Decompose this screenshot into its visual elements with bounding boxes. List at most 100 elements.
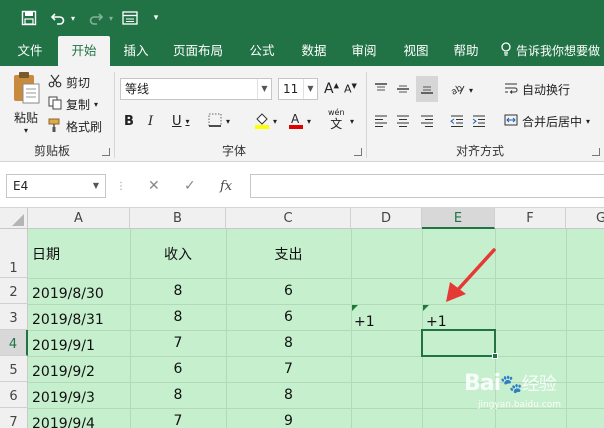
cell-c6[interactable]: 8 — [226, 387, 351, 403]
tab-file[interactable]: 文件 — [8, 36, 52, 66]
cell-c3[interactable]: 6 — [226, 309, 351, 325]
cell-a1[interactable]: 日期 — [32, 244, 60, 264]
cell-b2[interactable]: 8 — [130, 283, 226, 299]
decrease-font-size-button[interactable]: A▼ — [344, 78, 357, 100]
font-size-combo[interactable]: 11 ▼ — [278, 78, 318, 100]
align-middle-button[interactable] — [396, 80, 410, 100]
align-top-button[interactable] — [374, 80, 388, 100]
cut-button[interactable]: 剪切 — [48, 72, 90, 92]
copy-button[interactable]: 复制 ▾ — [48, 94, 98, 114]
cell-a2[interactable]: 2019/8/30 — [32, 286, 104, 302]
undo-icon[interactable] — [48, 6, 68, 30]
cell-c5[interactable]: 7 — [226, 361, 351, 377]
align-top-icon — [374, 82, 388, 99]
select-all-corner[interactable] — [0, 208, 28, 229]
increase-font-icon: A▲ — [324, 81, 339, 97]
cell-a7[interactable]: 2019/9/4 — [32, 416, 95, 428]
column-header-a[interactable]: A — [28, 208, 130, 229]
alignment-launcher-icon[interactable] — [592, 148, 600, 156]
ribbon: 粘贴 ▾ 剪切 复制 ▾ 格式刷 剪贴板 等线 ▼ 11 ▼ A▲ A▼ B I — [0, 66, 604, 162]
italic-button[interactable]: I — [148, 110, 153, 132]
bold-button[interactable]: B — [124, 110, 134, 132]
format-painter-button[interactable]: 格式刷 — [48, 116, 102, 136]
worksheet[interactable]: A B C D E F G 1 2 3 4 5 6 7 日期 收入 支出 201… — [0, 208, 604, 428]
cell-e3[interactable]: +1 — [426, 314, 447, 330]
cell-a4[interactable]: 2019/9/1 — [32, 338, 95, 354]
row-header-2[interactable]: 2 — [0, 278, 28, 304]
tab-insert[interactable]: 插入 — [116, 36, 156, 66]
undo-dropdown-icon[interactable]: ▾ — [68, 6, 78, 30]
cell-c4[interactable]: 8 — [226, 335, 351, 351]
fill-handle[interactable] — [492, 353, 498, 359]
redo-dropdown-icon[interactable]: ▾ — [106, 6, 116, 30]
font-name-combo[interactable]: 等线 ▼ — [120, 78, 272, 100]
tell-me-box[interactable]: 告诉我你想要做 — [500, 36, 604, 66]
cell-c2[interactable]: 6 — [226, 283, 351, 299]
cell-d3[interactable]: +1 — [354, 314, 375, 330]
row-header-6[interactable]: 6 — [0, 382, 28, 408]
column-header-g[interactable]: G — [566, 208, 604, 229]
align-center-button[interactable] — [396, 112, 410, 132]
insert-function-button[interactable]: fx — [220, 176, 232, 196]
decrease-indent-button[interactable] — [450, 112, 464, 132]
confirm-icon[interactable]: ✓ — [184, 176, 196, 196]
row-header-4[interactable]: 4 — [0, 330, 28, 356]
cell-a5[interactable]: 2019/9/2 — [32, 364, 95, 380]
orientation-icon: ab — [450, 82, 466, 99]
cell-a6[interactable]: 2019/9/3 — [32, 390, 95, 406]
increase-indent-button[interactable] — [472, 112, 486, 132]
column-header-b[interactable]: B — [130, 208, 226, 229]
tab-page-layout[interactable]: 页面布局 — [166, 36, 230, 66]
cell-b5[interactable]: 6 — [130, 361, 226, 377]
wrap-text-button[interactable]: 自动换行 — [504, 78, 570, 100]
column-header-e[interactable]: E — [422, 208, 495, 229]
paste-button[interactable]: 粘贴 ▾ — [8, 70, 44, 140]
phonetic-guide-button[interactable]: wén 文 — [328, 106, 345, 134]
chevron-down-icon: ▾ — [307, 116, 312, 126]
watermark-logo: Bai🐾经验 — [464, 370, 557, 396]
tab-review[interactable]: 审阅 — [344, 36, 384, 66]
fill-color-button[interactable]: ▾ — [254, 110, 277, 132]
cell-b1[interactable]: 收入 — [130, 244, 226, 264]
increase-font-size-button[interactable]: A▲ — [324, 78, 339, 100]
clipboard-launcher-icon[interactable] — [102, 148, 110, 156]
column-header-d[interactable]: D — [351, 208, 422, 229]
underline-button[interactable]: U ▾ — [172, 110, 190, 132]
save-icon[interactable] — [18, 6, 40, 30]
font-launcher-icon[interactable] — [354, 148, 362, 156]
cell-b4[interactable]: 7 — [130, 335, 226, 351]
tab-view[interactable]: 视图 — [396, 36, 436, 66]
active-cell-e4[interactable] — [421, 329, 496, 357]
row-header-5[interactable]: 5 — [0, 356, 28, 382]
column-header-c[interactable]: C — [226, 208, 351, 229]
orientation-button[interactable]: ab ▾ — [450, 80, 473, 100]
customize-qat-icon[interactable]: ▾ — [150, 6, 162, 30]
row-header-3[interactable]: 3 — [0, 304, 28, 330]
tab-data[interactable]: 数据 — [294, 36, 334, 66]
cell-b6[interactable]: 8 — [130, 387, 226, 403]
tab-help[interactable]: 帮助 — [446, 36, 486, 66]
tab-home[interactable]: 开始 — [58, 36, 110, 66]
cell-c7[interactable]: 9 — [226, 413, 351, 428]
align-bottom-button[interactable] — [416, 76, 438, 102]
formula-input[interactable] — [250, 174, 604, 198]
cell-a3[interactable]: 2019/8/31 — [32, 312, 104, 328]
redo-icon[interactable] — [86, 6, 106, 30]
align-left-button[interactable] — [374, 112, 388, 132]
borders-button[interactable]: ▾ — [208, 110, 230, 132]
name-box[interactable]: E4 ▼ — [6, 174, 106, 198]
font-color-icon: A — [288, 111, 304, 132]
cell-c1[interactable]: 支出 — [226, 244, 351, 264]
font-color-button[interactable]: A ▾ — [288, 110, 311, 132]
tab-formulas[interactable]: 公式 — [240, 36, 284, 66]
row-header-7[interactable]: 7 — [0, 408, 28, 428]
row-header-1[interactable]: 1 — [0, 229, 28, 278]
merge-center-button[interactable]: 合并后居中 ▾ — [504, 110, 590, 132]
cell-b7[interactable]: 7 — [130, 413, 226, 428]
column-header-f[interactable]: F — [495, 208, 566, 229]
cancel-icon[interactable]: ✕ — [148, 176, 160, 196]
form-icon[interactable] — [120, 6, 140, 30]
chevron-down-icon[interactable]: ▾ — [350, 110, 354, 132]
align-right-button[interactable] — [420, 112, 434, 132]
cell-b3[interactable]: 8 — [130, 309, 226, 325]
